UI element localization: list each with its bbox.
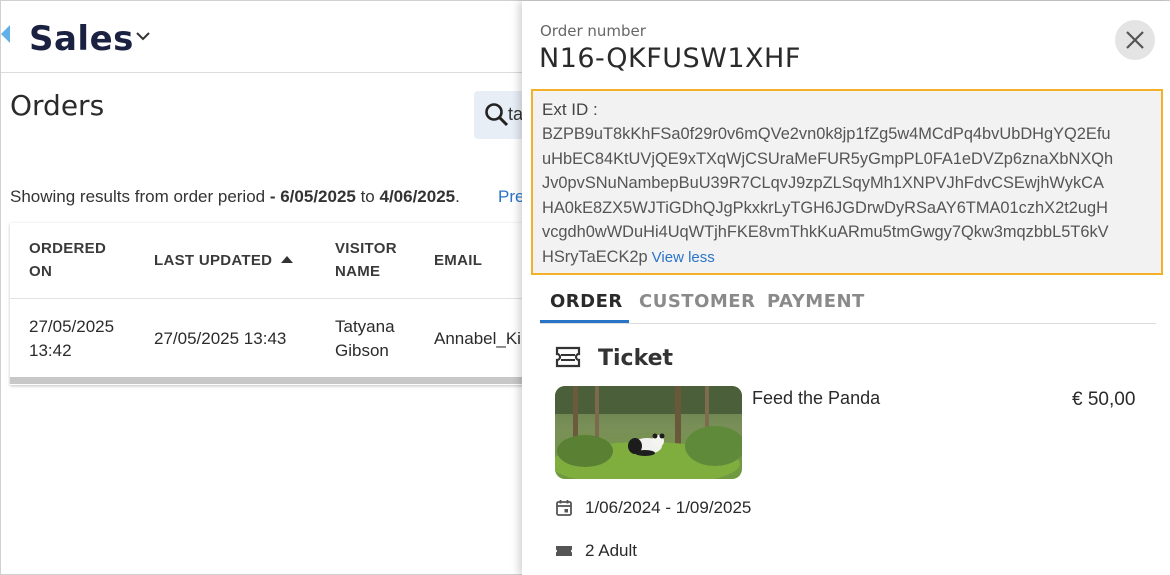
page-title: Orders: [10, 89, 105, 122]
tab-order[interactable]: ORDER: [550, 291, 623, 312]
search-icon: [485, 103, 509, 127]
search-value: ta: [508, 104, 524, 124]
orders-table: ORDERED ON LAST UPDATED VISITOR NAME EMA…: [10, 223, 530, 385]
view-less-link[interactable]: View less: [652, 249, 715, 266]
previous-period-link[interactable]: Pre: [498, 187, 524, 207]
ticket-icon: [555, 346, 581, 368]
order-detail-panel: Order number N16-QKFUSW1XHF Ext ID : BZP…: [522, 1, 1170, 575]
close-icon: [1126, 31, 1144, 49]
sort-asc-icon[interactable]: [281, 256, 294, 263]
cell-ordered-on: 27/05/2025 13:42: [29, 317, 115, 360]
detail-tabs: ORDER CUSTOMER PAYMENT: [540, 284, 1156, 324]
product-price: € 50,00: [1072, 389, 1136, 410]
product-image: [555, 386, 742, 479]
ext-id-box: Ext ID : BZPB9uT8kKhFSa0f29r0v6mQVe2vn0k…: [531, 89, 1163, 275]
app-title: Sales: [29, 19, 134, 59]
section-title: Ticket: [598, 346, 674, 371]
ticket-quantity: 2 Adult: [585, 541, 637, 560]
calendar-icon: [556, 500, 572, 516]
table-header: ORDERED ON LAST UPDATED VISITOR NAME EMA…: [10, 223, 530, 299]
active-tab-indicator: [540, 320, 629, 323]
ext-id-label: Ext ID :: [542, 100, 598, 119]
period-to: 4/06/2025: [379, 187, 456, 206]
cell-email: Annabel_Ki: [434, 329, 521, 348]
header-visitor-name[interactable]: VISITOR NAME: [335, 237, 397, 283]
app-window: Sales Orders ta Showing results from ord…: [0, 0, 1170, 575]
ticket-small-icon: [556, 546, 572, 556]
results-period-text: Showing results from order period - 6/05…: [10, 187, 460, 206]
header-email[interactable]: EMAIL: [434, 249, 482, 272]
cell-last-updated: 27/05/2025 13:43: [154, 329, 287, 348]
ext-id-value: BZPB9uT8kKhFSa0f29r0v6mQVe2vn0k8jp1fZg5w…: [542, 125, 1114, 266]
order-number: N16-QKFUSW1XHF: [539, 43, 801, 74]
chevron-down-icon[interactable]: [134, 27, 152, 45]
product-name: Feed the Panda: [752, 388, 881, 408]
horizontal-scrollbar[interactable]: [10, 377, 530, 384]
tab-payment[interactable]: PAYMENT: [767, 291, 865, 312]
cell-visitor-name: Tatyana Gibson: [335, 317, 395, 360]
close-button[interactable]: [1115, 20, 1155, 60]
header-ordered-on[interactable]: ORDERED ON: [29, 237, 106, 283]
date-range: 1/06/2024 - 1/09/2025: [585, 498, 752, 517]
period-from: - 6/05/2025: [269, 187, 356, 206]
back-arrow-icon[interactable]: [1, 25, 10, 43]
tab-customer[interactable]: CUSTOMER: [639, 291, 755, 312]
order-number-label: Order number: [540, 22, 646, 40]
header-last-updated[interactable]: LAST UPDATED: [154, 249, 294, 272]
